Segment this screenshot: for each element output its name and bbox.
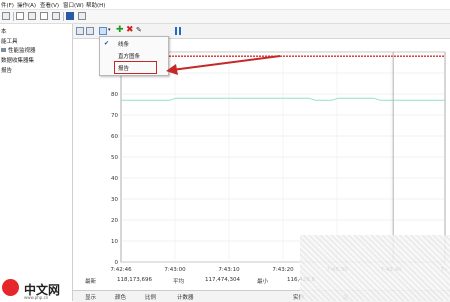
avg-label: 平均 (173, 279, 185, 285)
column-counter[interactable]: 计数器 (177, 293, 194, 301)
column-color[interactable]: 颜色 (115, 293, 126, 301)
watermark-url: www.php.cn (24, 295, 49, 300)
last-label: 最新 (85, 279, 97, 285)
avg-value: 117,474,304 (205, 277, 240, 283)
min-label: 最小 (257, 279, 269, 285)
watermark-noise (300, 235, 450, 301)
column-scale[interactable]: 比例 (145, 293, 156, 301)
php-logo-icon (2, 279, 19, 296)
column-show[interactable]: 显示 (85, 293, 96, 301)
watermark: 中文网 www.php.cn (0, 275, 80, 301)
last-value: 118,173,696 (117, 277, 152, 283)
